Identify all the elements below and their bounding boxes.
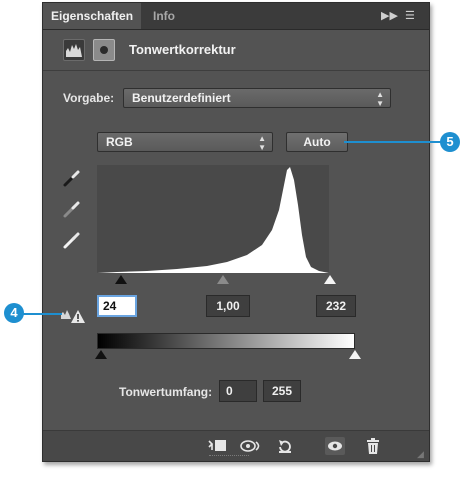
input-gamma-field[interactable]: 1,00 [206,295,250,317]
panel-expand-icon[interactable]: ▶▶ [381,3,398,29]
panel-footer: ◢ [43,430,429,461]
gray-point-eyedropper-icon[interactable] [62,199,82,219]
output-black-field[interactable]: 0 [219,380,257,402]
resize-corner-icon[interactable]: ◢ [417,449,427,459]
white-point-eyedropper-icon[interactable] [62,230,82,250]
histogram-graph [97,167,329,273]
input-gamma-handle[interactable] [217,275,229,284]
adjustment-header: Tonwertkorrektur [43,30,429,71]
histogram [97,165,329,273]
input-white-field[interactable]: 232 [316,295,356,317]
callout-5-line [344,141,450,143]
output-levels-slider [95,350,367,362]
channel-select[interactable]: RGB ▲ ▼ [97,132,273,152]
visibility-eye-icon[interactable] [325,437,345,455]
select-arrows-icon: ▲ ▼ [376,90,384,108]
trash-icon[interactable] [363,437,383,455]
reset-icon[interactable] [275,437,295,455]
levels-icon[interactable] [63,39,85,61]
select-arrows-icon: ▲ ▼ [258,134,266,152]
auto-button[interactable]: Auto [286,132,348,152]
output-levels-label: Tonwertumfang: [119,385,213,399]
input-levels-slider [97,275,336,287]
output-white-handle[interactable] [349,350,361,359]
tab-info[interactable]: Info [145,3,183,29]
output-gradient-bar [97,333,355,349]
callout-4: 4 [4,303,24,323]
output-black-handle[interactable] [95,350,107,359]
callout-5: 5 [440,132,460,152]
preset-label: Vorgabe: [63,91,115,105]
view-previous-state-icon[interactable] [239,437,260,455]
panel-menu-icon[interactable]: ☰ [405,3,415,29]
adjustment-title: Tonwertkorrektur [129,42,236,57]
panel-resize-grip[interactable] [209,455,249,459]
properties-panel: Eigenschaften Info ▶▶ ☰ Tonwertkorrektur… [42,2,430,462]
input-white-handle[interactable] [324,275,336,284]
input-black-field[interactable]: 24 [97,295,137,317]
tab-eigenschaften[interactable]: Eigenschaften [43,3,142,29]
mask-icon[interactable] [93,39,115,61]
input-black-handle[interactable] [115,275,127,284]
preset-value: Benutzerdefiniert [132,91,231,105]
clipping-warning-icon[interactable] [59,305,85,325]
output-white-field[interactable]: 255 [263,380,301,402]
black-point-eyedropper-icon[interactable] [62,168,82,188]
channel-value: RGB [106,135,133,149]
clip-to-layer-icon[interactable] [207,437,227,455]
preset-select[interactable]: Benutzerdefiniert ▲ ▼ [123,88,391,108]
tab-bar: Eigenschaften Info ▶▶ ☰ [43,3,429,30]
